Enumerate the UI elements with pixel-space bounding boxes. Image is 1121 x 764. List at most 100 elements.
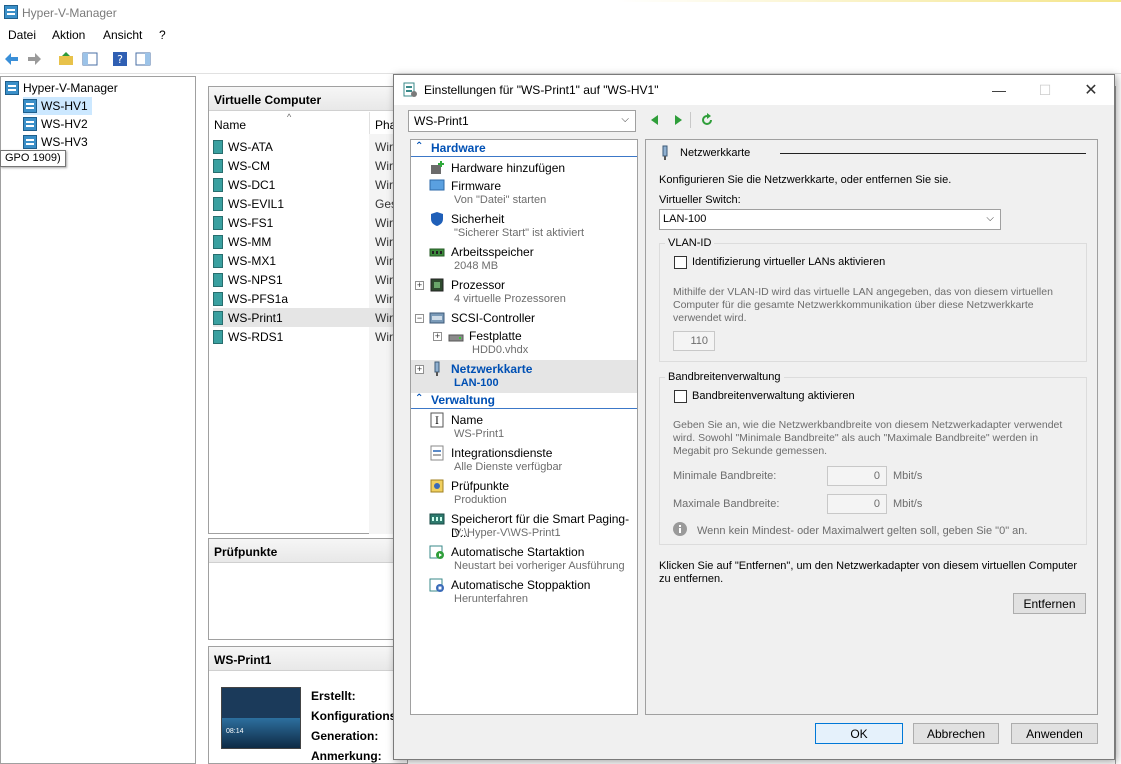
collapse-scsi[interactable]: −: [415, 314, 424, 323]
vm-icon: [213, 272, 223, 287]
smart-paging-icon: [429, 513, 445, 525]
nav-memory-sub: 2048 MB: [454, 260, 499, 272]
processor-icon: [430, 278, 444, 292]
max-bandwidth-unit: Mbit/s: [893, 498, 923, 510]
menu-datei[interactable]: Datei: [8, 28, 36, 42]
nav-firmware[interactable]: Firmware: [451, 179, 501, 193]
min-bandwidth-unit: Mbit/s: [893, 470, 923, 482]
table-row[interactable]: WS-MX1 Wird: [213, 251, 405, 270]
nav-auto-stop[interactable]: Automatische Stoppaktion: [451, 578, 590, 592]
vlan-description: Mithilfe der VLAN-ID wird das virtuelle …: [673, 286, 1053, 324]
vm-name: WS-RDS1: [228, 329, 284, 344]
tree-item-ws-hv3[interactable]: WS-HV3: [23, 133, 88, 151]
nav-auto-start-sub: Neustart bei vorheriger Ausführung: [454, 560, 625, 572]
cancel-button[interactable]: Abbrechen: [913, 723, 999, 744]
nav-harddisk[interactable]: Festplatte: [469, 329, 522, 343]
previous-vm-icon[interactable]: [649, 114, 661, 126]
nav-name[interactable]: Name: [451, 413, 483, 427]
table-row[interactable]: WS-PFS1a Wird: [213, 289, 405, 308]
max-bandwidth-label: Maximale Bandbreite:: [673, 498, 780, 510]
virtual-switch-select[interactable]: LAN-100 ⌵: [659, 209, 1001, 230]
bandwidth-checkbox-label[interactable]: Bandbreitenverwaltung aktivieren: [692, 390, 855, 402]
bandwidth-group: [659, 377, 1087, 545]
help-icon[interactable]: ?: [112, 51, 128, 67]
vlan-checkbox[interactable]: [674, 256, 687, 269]
refresh-icon[interactable]: [700, 113, 714, 127]
expand-processor[interactable]: +: [415, 281, 424, 290]
table-row[interactable]: WS-MM Wird: [213, 232, 405, 251]
nav-scsi-controller[interactable]: SCSI-Controller: [451, 311, 535, 325]
nav-network-adapter[interactable]: Netzwerkkarte: [451, 362, 532, 376]
tree-item-ws-hv1[interactable]: WS-HV1: [23, 97, 92, 115]
table-row[interactable]: WS-ATA Wird: [213, 137, 405, 156]
nav-integration-services[interactable]: Integrationsdienste: [451, 446, 552, 460]
dialog-titlebar: Einstellungen für "WS-Print1" auf "WS-HV…: [394, 75, 1114, 105]
nav-add-hardware[interactable]: Hardware hinzufügen: [451, 161, 565, 175]
hyperv-manager-icon: [5, 81, 19, 95]
nav-integration-services-sub: Alle Dienste verfügbar: [454, 461, 563, 473]
network-adapter-icon: [662, 145, 668, 160]
col-header-name[interactable]: Name: [214, 118, 246, 132]
vlan-id-input[interactable]: 110: [673, 331, 715, 351]
tree-root-hyperv-manager[interactable]: Hyper-V-Manager: [5, 79, 118, 97]
section-management[interactable]: ⌃ Verwaltung: [411, 393, 637, 409]
table-row[interactable]: WS-RDS1 Wird: [213, 327, 405, 346]
remove-text: Klicken Sie auf "Entfernen", um den Netz…: [659, 560, 1078, 585]
maximize-button[interactable]: ☐: [1022, 75, 1068, 105]
tooltip: GPO 1909): [0, 150, 66, 167]
nav-security[interactable]: Sicherheit: [451, 212, 504, 226]
apply-button[interactable]: Anwenden: [1011, 723, 1098, 744]
show-hide-tree-icon[interactable]: [82, 51, 98, 67]
table-row[interactable]: WS-FS1 Wird: [213, 213, 405, 232]
section-title: Netzwerkkarte: [680, 147, 751, 159]
nav-auto-start[interactable]: Automatische Startaktion: [451, 545, 584, 559]
back-arrow-icon[interactable]: [4, 51, 20, 67]
auto-stop-icon: [429, 578, 444, 592]
scsi-controller-icon: [429, 312, 445, 324]
table-row[interactable]: WS-EVIL1 Ges: [213, 194, 405, 213]
nav-checkpoints[interactable]: Prüfpunkte: [451, 479, 509, 493]
sort-up-icon: ^: [287, 112, 292, 122]
forward-arrow-icon[interactable]: [26, 51, 42, 67]
bandwidth-checkbox[interactable]: [674, 390, 687, 403]
tree-item-ws-hv2[interactable]: WS-HV2: [23, 115, 88, 133]
vm-icon: [213, 215, 223, 230]
expand-harddisk[interactable]: +: [433, 332, 442, 341]
switch-label: Virtueller Switch:: [659, 194, 741, 206]
checkpoints-pane-title: Prüfpunkte: [209, 539, 407, 563]
vm-select[interactable]: WS-Print1 ⌵: [408, 110, 636, 132]
table-row[interactable]: WS-CM Wird: [213, 156, 405, 175]
table-row[interactable]: WS-Print1 Wird: [213, 308, 405, 327]
vm-name: WS-PFS1a: [228, 291, 289, 306]
vm-icon: [213, 177, 223, 192]
vm-pane-title: Virtuelle Computer: [209, 87, 407, 111]
menu-aktion[interactable]: Aktion: [52, 28, 85, 42]
svg-text:?: ?: [117, 53, 123, 66]
remove-button[interactable]: Entfernen: [1013, 593, 1086, 614]
ok-button[interactable]: OK: [815, 723, 903, 744]
section-hardware[interactable]: ⌃ Hardware: [411, 141, 637, 157]
up-folder-icon[interactable]: [58, 51, 74, 67]
table-row[interactable]: WS-DC1 Wird: [213, 175, 405, 194]
max-bandwidth-input[interactable]: 0: [827, 494, 887, 514]
nav-smart-paging-sub: V:\Hyper-V\WS-Print1: [454, 527, 561, 539]
vm-thumbnail[interactable]: 08:14: [221, 687, 301, 749]
nav-memory[interactable]: Arbeitsspeicher: [451, 245, 534, 259]
vm-name: WS-DC1: [228, 177, 276, 192]
expand-network-adapter[interactable]: +: [415, 365, 424, 374]
close-button[interactable]: ✕: [1068, 75, 1114, 105]
console-tree: Hyper-V-Manager WS-HV1 WS-HV2 WS-HV3: [0, 76, 196, 764]
action-pane-icon[interactable]: [135, 51, 151, 67]
min-bandwidth-input[interactable]: 0: [827, 466, 887, 486]
next-vm-icon[interactable]: [672, 114, 684, 126]
table-row[interactable]: WS-NPS1 Wird: [213, 270, 405, 289]
menu-ansicht[interactable]: Ansicht: [103, 28, 142, 42]
nav-firmware-sub: Von "Datei" starten: [454, 194, 547, 206]
minimize-button[interactable]: —: [976, 75, 1022, 105]
thumbnail-clock: 08:14: [226, 728, 244, 735]
vlan-checkbox-label[interactable]: Identifizierung virtueller LANs aktivier…: [692, 256, 885, 268]
vm-settings-icon: [403, 82, 417, 97]
nav-processor[interactable]: Prozessor: [451, 278, 505, 292]
menu-help[interactable]: ?: [159, 28, 166, 42]
details-pane-title: WS-Print1: [209, 647, 407, 671]
